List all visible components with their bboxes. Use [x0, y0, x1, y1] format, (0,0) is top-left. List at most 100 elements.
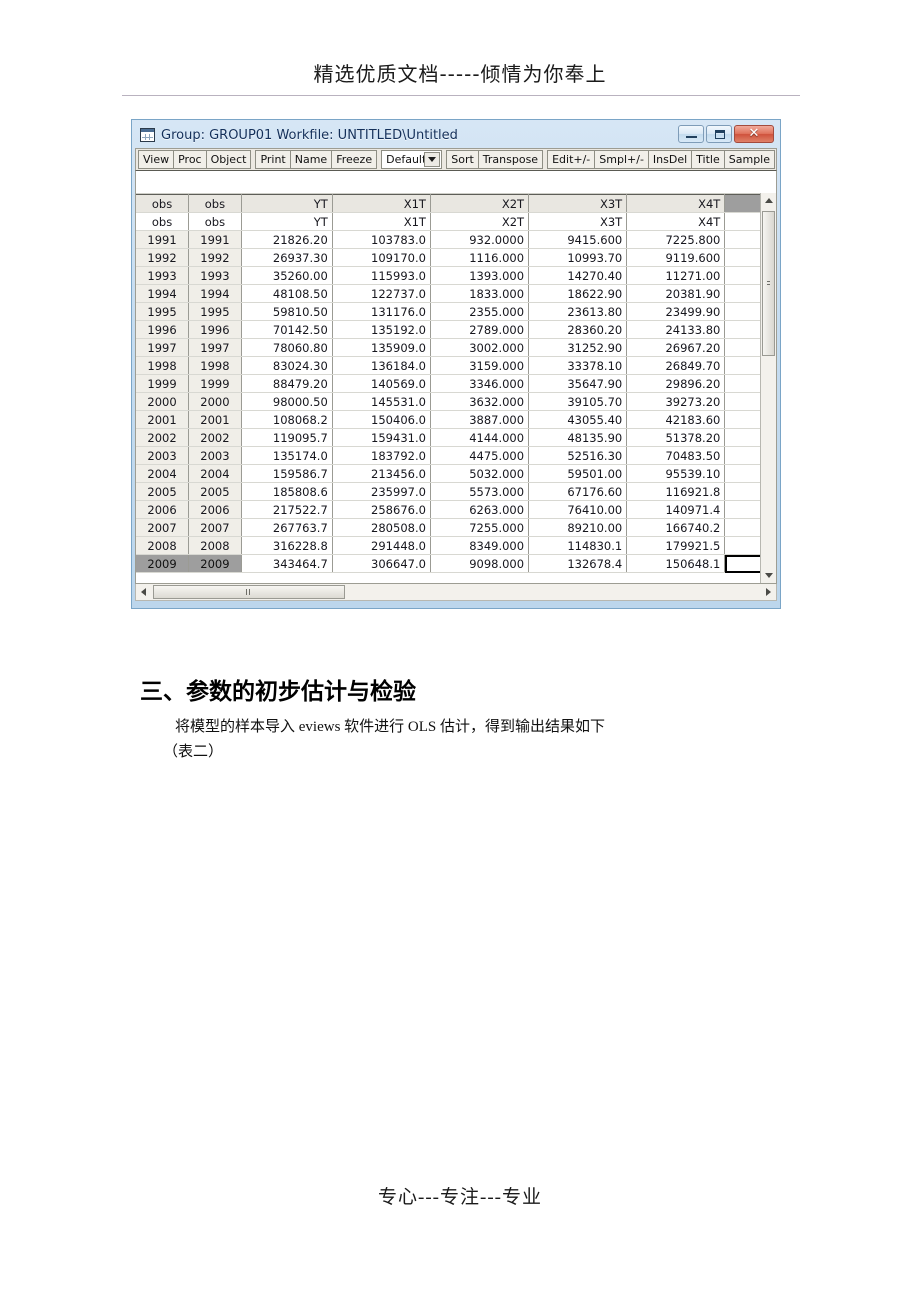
toolbar-button-print[interactable]: Print: [255, 150, 291, 169]
cell-obs-1[interactable]: 2007: [136, 518, 190, 537]
cell-obs-1[interactable]: 2005: [136, 482, 190, 501]
cell-obs-2[interactable]: 1996: [188, 320, 242, 339]
cell-yt[interactable]: 119095.7: [241, 428, 333, 447]
table-row[interactable]: 2001 2001 108068.2 150406.0 3887.000 43055.40…: [136, 410, 776, 429]
header-cell-x1t[interactable]: X1T: [332, 194, 431, 213]
cell-x4t[interactable]: 42183.60: [626, 410, 726, 429]
restore-button[interactable]: [706, 125, 732, 143]
toolbar-button-edit[interactable]: Edit+/-: [547, 150, 596, 169]
cell-obs-2[interactable]: 1993: [188, 266, 242, 285]
close-button[interactable]: ✕: [734, 125, 774, 143]
cell-x4t[interactable]: 140971.4: [626, 500, 726, 519]
cell-x3t[interactable]: 14270.40: [528, 266, 628, 285]
table-row[interactable]: 1994 1994 48108.50 122737.0 1833.000 18622.90…: [136, 284, 776, 303]
chevron-down-icon[interactable]: [424, 152, 441, 167]
cell-x2t[interactable]: 8349.000: [430, 536, 530, 555]
table-row[interactable]: 2004 2004 159586.7 213456.0 5032.000 59501.00…: [136, 464, 776, 483]
cell-x2t[interactable]: 4144.000: [430, 428, 530, 447]
cell-obs-1[interactable]: 1994: [136, 284, 190, 303]
cell-x4t[interactable]: 9119.600: [626, 248, 726, 267]
vertical-scroll-thumb[interactable]: [762, 211, 775, 356]
table-row[interactable]: 2006 2006 217522.7 258676.0 6263.000 76410.00…: [136, 500, 776, 519]
cell-obs-1[interactable]: 1999: [136, 374, 190, 393]
cell-x3t[interactable]: 114830.1: [528, 536, 628, 555]
header-cell-yt[interactable]: YT: [241, 194, 333, 213]
cell-x1t[interactable]: 213456.0: [332, 464, 431, 483]
toolbar-button-smpl[interactable]: Smpl+/-: [594, 150, 649, 169]
cell-obs-1[interactable]: 1997: [136, 338, 190, 357]
cell-x4t[interactable]: 26849.70: [626, 356, 726, 375]
cell-x2t[interactable]: 3632.000: [430, 392, 530, 411]
scroll-up-button[interactable]: [761, 193, 776, 208]
toolbar-button-transpose[interactable]: Transpose: [477, 150, 544, 169]
cell-x4t[interactable]: 166740.2: [626, 518, 726, 537]
horizontal-scroll-thumb[interactable]: [153, 585, 345, 599]
cell-x1t[interactable]: 145531.0: [332, 392, 431, 411]
horizontal-scrollbar[interactable]: [135, 584, 777, 601]
cell-x2t[interactable]: 1393.000: [430, 266, 530, 285]
cell-obs-2[interactable]: 2006: [188, 500, 242, 519]
minimize-button[interactable]: [678, 125, 704, 143]
cell-yt[interactable]: 88479.20: [241, 374, 333, 393]
cell-x1t[interactable]: 109170.0: [332, 248, 431, 267]
cell-x1t[interactable]: 183792.0: [332, 446, 431, 465]
cell-x3t[interactable]: 76410.00: [528, 500, 628, 519]
header-cell-x2t[interactable]: X2T: [430, 194, 530, 213]
cell-obs-1[interactable]: 2001: [136, 410, 190, 429]
cell-x2t[interactable]: 9098.000: [430, 554, 530, 573]
cell-yt[interactable]: 343464.7: [241, 554, 333, 573]
cell-x1t[interactable]: 140569.0: [332, 374, 431, 393]
scroll-left-button[interactable]: [136, 584, 151, 600]
cell-yt[interactable]: 316228.8: [241, 536, 333, 555]
cell-x2t[interactable]: 4475.000: [430, 446, 530, 465]
cell-x4t[interactable]: 95539.10: [626, 464, 726, 483]
cell-x4t[interactable]: 24133.80: [626, 320, 726, 339]
cell-obs-2[interactable]: 1999: [188, 374, 242, 393]
cell-obs-1[interactable]: 2004: [136, 464, 190, 483]
cell-x2t[interactable]: 1833.000: [430, 284, 530, 303]
cell-obs-1[interactable]: 1992: [136, 248, 190, 267]
table-row[interactable]: 1998 1998 83024.30 136184.0 3159.000 33378.10…: [136, 356, 776, 375]
table-row[interactable]: 2002 2002 119095.7 159431.0 4144.000 48135.90…: [136, 428, 776, 447]
cell-x3t[interactable]: 28360.20: [528, 320, 628, 339]
cell-x2t[interactable]: 6263.000: [430, 500, 530, 519]
cell-x2t[interactable]: 3887.000: [430, 410, 530, 429]
cell-x3t[interactable]: 59501.00: [528, 464, 628, 483]
cell-x1t[interactable]: 122737.0: [332, 284, 431, 303]
table-row[interactable]: 1996 1996 70142.50 135192.0 2789.000 28360.20…: [136, 320, 776, 339]
cell-x4t[interactable]: 179921.5: [626, 536, 726, 555]
cell-x4t[interactable]: 150648.1: [626, 554, 726, 573]
cell-yt[interactable]: 70142.50: [241, 320, 333, 339]
view-mode-dropdown[interactable]: Default: [381, 150, 443, 169]
cell-x2t[interactable]: 7255.000: [430, 518, 530, 537]
cell-x2t[interactable]: 2789.000: [430, 320, 530, 339]
cell-x4t[interactable]: 7225.800: [626, 230, 726, 249]
toolbar-button-sample[interactable]: Sample: [723, 150, 775, 169]
cell-obs-2[interactable]: 2007: [188, 518, 242, 537]
cell-x1t[interactable]: 136184.0: [332, 356, 431, 375]
header-cell-obs-1[interactable]: obs: [136, 194, 190, 213]
table-row[interactable]: 2000 2000 98000.50 145531.0 3632.000 39105.70…: [136, 392, 776, 411]
cell-x4t[interactable]: 116921.8: [626, 482, 726, 501]
cell-x4t[interactable]: 11271.00: [626, 266, 726, 285]
cell-obs-2[interactable]: 2004: [188, 464, 242, 483]
table-row[interactable]: 2005 2005 185808.6 235997.0 5573.000 67176.60…: [136, 482, 776, 501]
cell-x3t[interactable]: 43055.40: [528, 410, 628, 429]
cell-x3t[interactable]: 23613.80: [528, 302, 628, 321]
table-row[interactable]: 1991 1991 21826.20 103783.0 932.0000 9415.600…: [136, 230, 776, 249]
cell-x3t[interactable]: 35647.90: [528, 374, 628, 393]
cell-x1t[interactable]: 103783.0: [332, 230, 431, 249]
cell-x2t[interactable]: 1116.000: [430, 248, 530, 267]
cell-x2t[interactable]: 5573.000: [430, 482, 530, 501]
cell-x3t[interactable]: 9415.600: [528, 230, 628, 249]
cell-x1t[interactable]: 280508.0: [332, 518, 431, 537]
cell-obs-2[interactable]: 2009: [188, 554, 242, 573]
toolbar-button-sort[interactable]: Sort: [446, 150, 479, 169]
cell-x1t[interactable]: 135192.0: [332, 320, 431, 339]
toolbar-button-object[interactable]: Object: [205, 150, 252, 169]
toolbar-button-name[interactable]: Name: [289, 150, 333, 169]
cell-x4t[interactable]: 20381.90: [626, 284, 726, 303]
cell-x1t[interactable]: 131176.0: [332, 302, 431, 321]
cell-x2t[interactable]: 3346.000: [430, 374, 530, 393]
cell-obs-2[interactable]: 2008: [188, 536, 242, 555]
